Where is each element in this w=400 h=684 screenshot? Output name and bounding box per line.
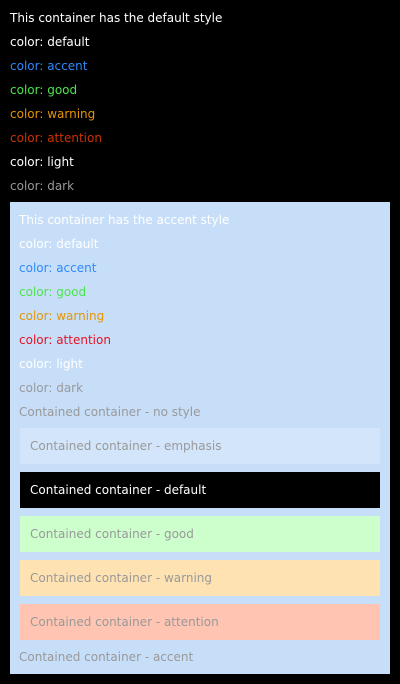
- accent-color-good: color: good: [19, 285, 87, 299]
- accent-color-default: color: default: [19, 237, 99, 251]
- contained-container-good: Contained container - good: [20, 516, 380, 552]
- default-color-good: color: good: [10, 83, 78, 97]
- accent-color-accent: color: accent: [19, 261, 97, 275]
- default-color-default: color: default: [10, 35, 90, 49]
- contained-container-attention: Contained container - attention: [20, 604, 380, 640]
- accent-style-container: This container has the accent style colo…: [10, 202, 390, 674]
- default-color-attention: color: attention: [10, 131, 102, 145]
- default-color-light: color: light: [10, 155, 74, 169]
- default-color-warning: color: warning: [10, 107, 96, 121]
- accent-color-light: color: light: [19, 357, 83, 371]
- contained-container-default: Contained container - default: [20, 472, 380, 508]
- default-color-accent: color: accent: [10, 59, 88, 73]
- accent-color-dark: color: dark: [19, 381, 84, 395]
- default-style-container: This container has the default style col…: [0, 0, 400, 198]
- default-container-title: This container has the default style: [10, 11, 223, 25]
- accent-color-warning: color: warning: [19, 309, 105, 323]
- default-color-dark: color: dark: [10, 179, 75, 193]
- contained-container-accent: Contained container - accent: [19, 650, 194, 664]
- accent-container-title: This container has the accent style: [19, 213, 230, 227]
- contained-container-warning: Contained container - warning: [20, 560, 380, 596]
- accent-color-attention: color: attention: [19, 333, 111, 347]
- contained-container-emphasis: Contained container - emphasis: [20, 428, 380, 464]
- contained-container-no-style: Contained container - no style: [19, 405, 201, 419]
